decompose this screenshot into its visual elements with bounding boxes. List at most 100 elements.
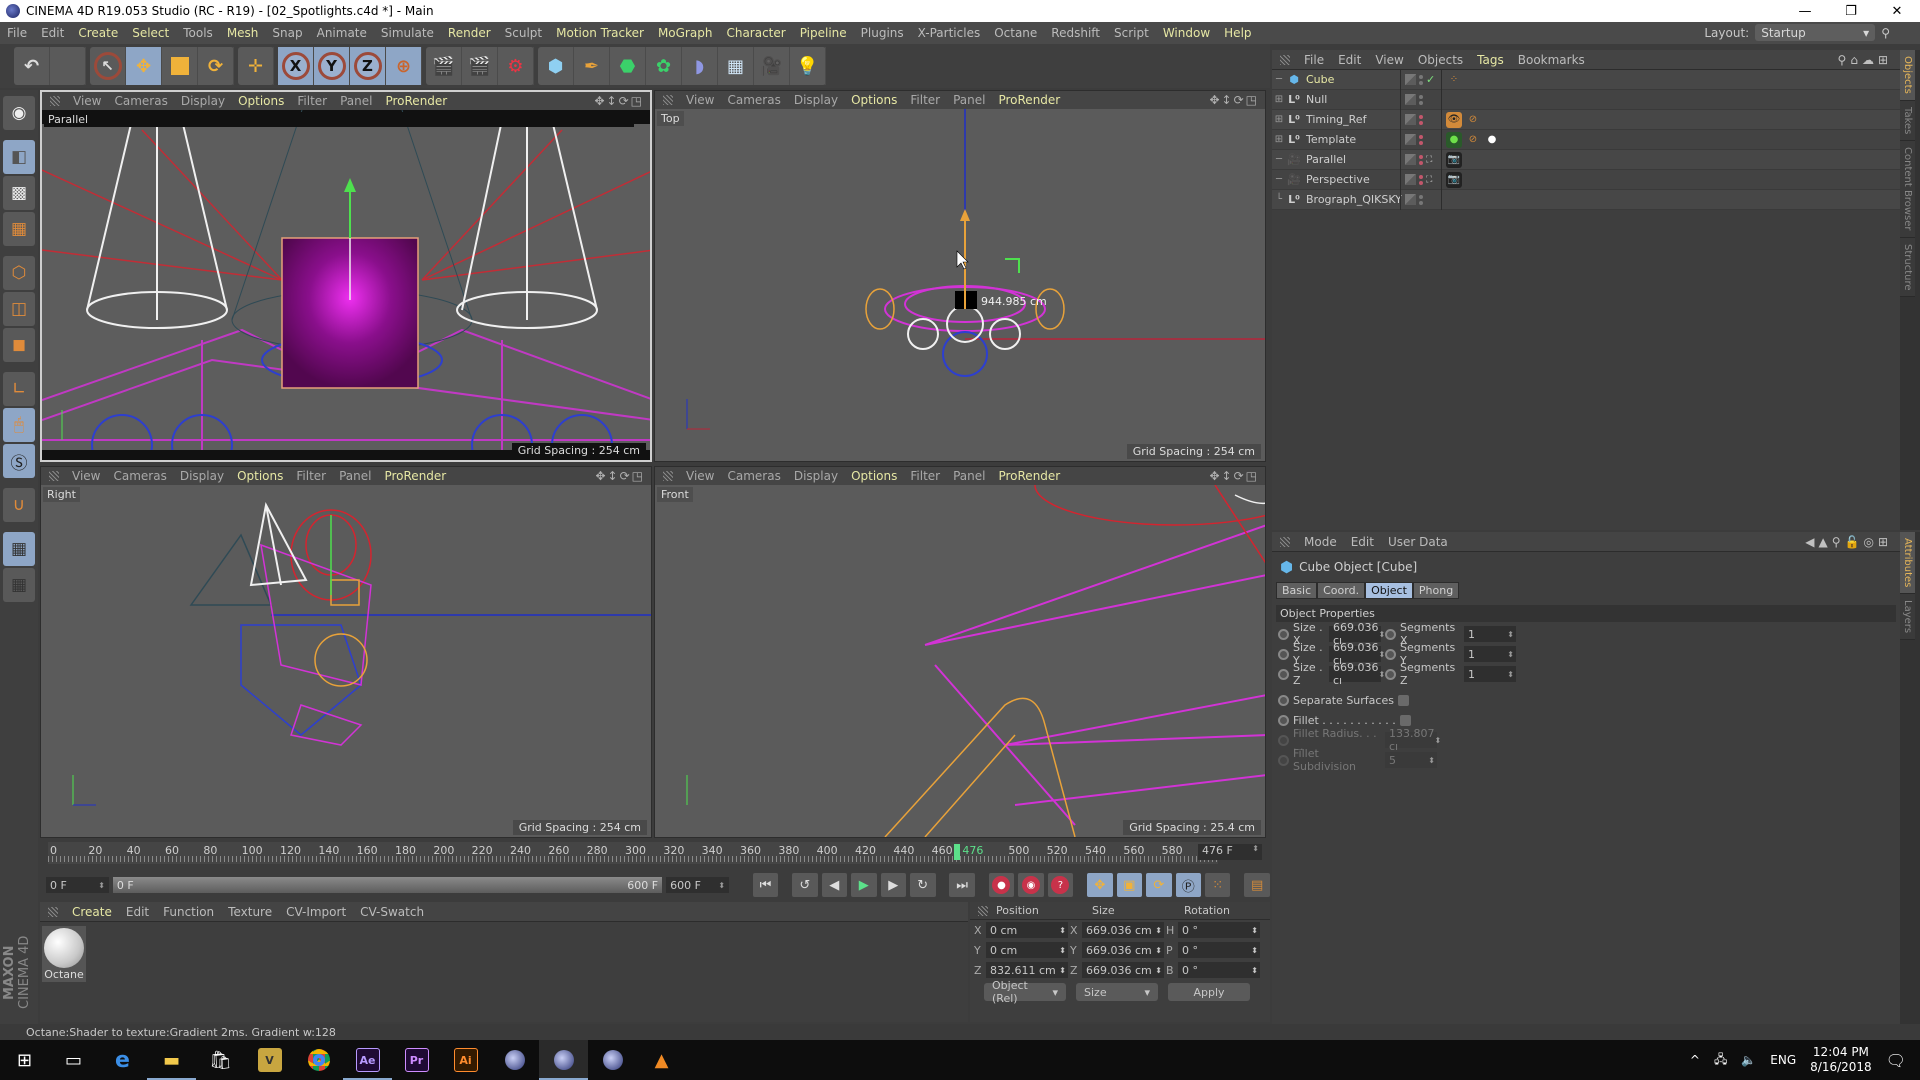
menu-snap[interactable]: Snap xyxy=(265,26,309,40)
close-button[interactable]: ✕ xyxy=(1874,4,1920,19)
vp-menu-display[interactable]: Display xyxy=(180,469,224,483)
vp-menu-cameras[interactable]: Cameras xyxy=(727,93,780,107)
undo-icon[interactable]: ↶ xyxy=(14,47,50,85)
render-settings-icon[interactable]: ⚙ xyxy=(498,47,534,85)
minimize-button[interactable]: — xyxy=(1782,4,1828,19)
object-row-cube[interactable]: ─ ⬢ Cube ✓ ⁘ xyxy=(1272,69,1900,90)
visibility-dots[interactable] xyxy=(1419,174,1423,185)
menu-motion-tracker[interactable]: Motion Tracker xyxy=(549,26,651,40)
current-frame-marker[interactable] xyxy=(954,844,961,860)
viewport-top[interactable]: View Cameras Display Options Filter Pane… xyxy=(654,90,1266,462)
menu-render[interactable]: Render xyxy=(441,26,498,40)
animate-radio-icon[interactable] xyxy=(1278,648,1289,660)
lock-y-icon[interactable]: Y xyxy=(314,47,350,85)
active-camera-icon[interactable]: ⛶ xyxy=(1426,155,1432,165)
segments-z-field[interactable]: 1 ⬍ xyxy=(1464,666,1516,682)
object-name[interactable]: Parallel xyxy=(1302,153,1400,166)
object-name[interactable]: Perspective xyxy=(1302,173,1400,186)
menu-simulate[interactable]: Simulate xyxy=(374,26,441,40)
vp-menu-prorender[interactable]: ProRender xyxy=(385,94,447,108)
viewport-nav-icons[interactable]: ✥↕⟳◳ xyxy=(594,94,644,108)
octane-object-tag-icon[interactable]: ● xyxy=(1446,131,1462,148)
object-row-timing-ref[interactable]: ⊞ L⁰ Timing_Ref 👁 ⊘ xyxy=(1272,109,1900,130)
coordinate-system-icon[interactable]: ⊕ xyxy=(386,47,422,85)
segments-y-field[interactable]: 1 ⬍ xyxy=(1464,646,1516,662)
layer-flag-icon[interactable] xyxy=(1405,134,1416,145)
layer-flag-icon[interactable] xyxy=(1405,154,1416,165)
menu-pipeline[interactable]: Pipeline xyxy=(793,26,854,40)
object-name[interactable]: Timing_Ref xyxy=(1302,113,1400,126)
solo-icon[interactable]: Ⓢ xyxy=(3,444,35,478)
menu-character[interactable]: Character xyxy=(719,26,792,40)
vp-menu-view[interactable]: View xyxy=(72,469,100,483)
display-tag-icon[interactable]: 👁 xyxy=(1446,111,1462,128)
redo-icon[interactable] xyxy=(50,47,86,85)
vp-menu-panel[interactable]: Panel xyxy=(953,93,985,107)
side-tab-layers[interactable]: Layers xyxy=(1900,594,1915,641)
next-frame-icon[interactable]: ▶ xyxy=(880,873,907,897)
volume-icon[interactable]: 🔈 xyxy=(1741,1053,1756,1067)
record-point-level-icon[interactable]: ⁙ xyxy=(1205,873,1231,897)
next-key-icon[interactable]: ↻ xyxy=(910,873,936,897)
tab-object[interactable]: Object xyxy=(1365,582,1413,599)
mm-menu-cv-import[interactable]: CV-Import xyxy=(286,905,346,919)
menu-file[interactable]: File xyxy=(0,26,34,40)
visibility-dots[interactable] xyxy=(1419,94,1423,105)
layer-flag-icon[interactable] xyxy=(1405,174,1416,185)
segments-x-field[interactable]: 1 ⬍ xyxy=(1464,626,1516,642)
vp-menu-options[interactable]: Options xyxy=(237,469,283,483)
animate-radio-icon[interactable] xyxy=(1278,668,1289,680)
workplane-mode-icon[interactable]: ▦ xyxy=(3,212,35,246)
subdivision-surface-icon[interactable]: ⬣ xyxy=(610,47,646,85)
object-row-perspective[interactable]: ─ 🎥 Perspective ⛶ 📷 xyxy=(1272,169,1900,190)
animate-radio-icon[interactable] xyxy=(1278,694,1289,706)
menu-sculpt[interactable]: Sculpt xyxy=(498,26,549,40)
menu-edit[interactable]: Edit xyxy=(34,26,71,40)
vp-menu-display[interactable]: Display xyxy=(794,469,838,483)
expand-icon[interactable]: ⊞ xyxy=(1272,114,1286,125)
tweak-mode-icon[interactable]: 🖱 xyxy=(3,408,35,442)
protection-tag-icon[interactable]: ⊘ xyxy=(1465,132,1481,148)
mm-menu-edit[interactable]: Edit xyxy=(126,905,149,919)
action-center-icon[interactable]: 🗨 xyxy=(1886,1051,1906,1070)
previous-key-icon[interactable]: ↺ xyxy=(792,873,818,897)
menu-octane[interactable]: Octane xyxy=(987,26,1044,40)
edge-icon[interactable]: e xyxy=(98,1040,147,1080)
animate-radio-icon[interactable] xyxy=(1278,714,1289,726)
current-frame-field[interactable]: 476 F ⬍ xyxy=(1198,844,1262,860)
material-octane[interactable]: Octane xyxy=(42,926,86,982)
maximize-button[interactable]: ❐ xyxy=(1828,4,1874,19)
workplane-lock-icon[interactable]: ▦ xyxy=(3,532,35,566)
live-selection-icon[interactable]: ↖ xyxy=(90,47,126,85)
size-y-field[interactable]: 669.036 cı ⬍ xyxy=(1329,641,1385,667)
octane-camera-tag-icon[interactable]: 📷 xyxy=(1446,171,1462,188)
vp-menu-filter[interactable]: Filter xyxy=(296,469,326,483)
position-z-field[interactable]: 832.611 cm ⬍ xyxy=(986,962,1068,978)
vp-menu-cameras[interactable]: Cameras xyxy=(727,469,780,483)
record-scale-icon[interactable]: ▣ xyxy=(1116,873,1143,897)
om-menu-bookmarks[interactable]: Bookmarks xyxy=(1518,53,1585,67)
points-mode-icon[interactable]: ⬡ xyxy=(3,256,35,290)
size-z-field[interactable]: 669.036 cı ⬍ xyxy=(1329,661,1385,687)
animate-radio-icon[interactable] xyxy=(1385,648,1396,660)
vp-menu-options[interactable]: Options xyxy=(851,93,897,107)
start-frame-field[interactable]: 0 F ⬍ xyxy=(46,877,109,893)
am-toolbar-icons[interactable]: ◀▲⚲🔓◎⊞ xyxy=(1805,535,1892,549)
size-z-field[interactable]: 669.036 cm ⬍ xyxy=(1082,962,1164,978)
cinema4d-icon[interactable] xyxy=(588,1040,637,1080)
om-menu-objects[interactable]: Objects xyxy=(1418,53,1463,67)
camera-icon[interactable]: 🎥 xyxy=(754,47,790,85)
chevron-up-icon[interactable]: ^ xyxy=(1690,1053,1700,1067)
coord-mode-dropdown[interactable]: Object (Rel) ▾ xyxy=(984,979,1066,1005)
octane-camera-tag-icon[interactable]: 📷 xyxy=(1446,151,1462,168)
store-icon[interactable]: 🛍 xyxy=(196,1040,245,1080)
menu-tools[interactable]: Tools xyxy=(176,26,220,40)
timeline-ruler[interactable]: 0 20 40 60 80 100 120 140 160 180 200 220 240 260 280 3… xyxy=(48,842,1221,864)
camera-icon[interactable]: ⛶ xyxy=(1426,175,1432,185)
tab-coord[interactable]: Coord. xyxy=(1317,582,1366,599)
om-menu-edit[interactable]: Edit xyxy=(1338,53,1361,67)
vp-menu-filter[interactable]: Filter xyxy=(910,93,940,107)
om-menu-file[interactable]: File xyxy=(1304,53,1324,67)
deformer-icon[interactable]: ◗ xyxy=(682,47,718,85)
expand-icon[interactable]: ⊞ xyxy=(1272,134,1286,145)
